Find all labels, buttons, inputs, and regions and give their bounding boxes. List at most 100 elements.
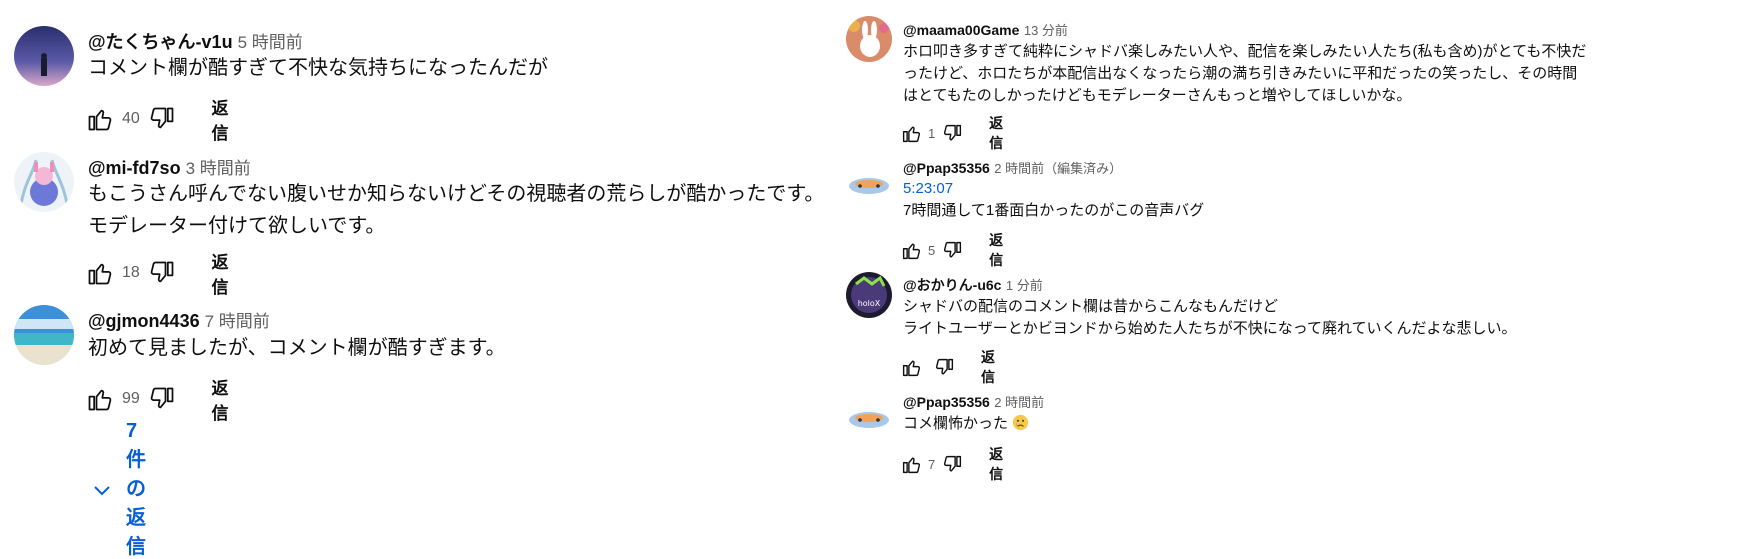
thumbs-up-icon: [902, 243, 921, 259]
like-count: 18: [122, 264, 140, 281]
reply-button[interactable]: 返信: [989, 113, 1009, 153]
avatar[interactable]: [14, 152, 74, 212]
comment-time[interactable]: 1 分前: [1006, 278, 1043, 293]
comment-actions: 1 返信: [901, 113, 1009, 153]
avatar[interactable]: [846, 16, 892, 62]
like-button[interactable]: [901, 454, 922, 475]
dislike-button[interactable]: [942, 240, 963, 261]
comment-text: シャドバの配信のコメント欄は昔からこんなもんだけど ライトユーザーとかビヨンドか…: [903, 296, 1517, 340]
holox-avatar-icon: holoX: [846, 272, 892, 318]
dislike-button[interactable]: [942, 123, 963, 144]
comment-actions: 40 返信: [86, 94, 237, 144]
comment-text: コメント欄が酷すぎて不快な気持ちになったんだが: [88, 52, 548, 84]
comment-time[interactable]: 2 時間前（編集済み）: [994, 161, 1122, 176]
thumbs-up-icon: [88, 389, 112, 411]
like-button[interactable]: [86, 385, 114, 413]
like-count: 5: [928, 242, 936, 258]
author-name[interactable]: @たくちゃん-v1u: [88, 32, 233, 52]
night-sky-avatar-icon: [14, 26, 74, 86]
comment-header: @gjmon4436 7 時間前: [88, 307, 270, 332]
thumbs-down-icon: [944, 124, 962, 140]
fish-avatar-icon: [846, 398, 892, 444]
timestamp-link[interactable]: 5:23:07: [903, 178, 1204, 200]
comment-actions: 7 返信: [901, 444, 1009, 484]
comment-line: コメント欄が酷すぎて不快な気持ちになったんだが: [88, 57, 548, 79]
comment-text: コメ欄怖かった: [903, 413, 1029, 438]
like-count: 40: [122, 110, 140, 127]
avatar[interactable]: [14, 26, 74, 86]
thumbs-down-icon: [150, 107, 173, 129]
like-count: 1: [928, 125, 936, 141]
like-count: 7: [928, 456, 936, 472]
thumbs-up-icon: [902, 360, 921, 376]
thumbs-down-icon: [935, 358, 954, 374]
like-button[interactable]: [901, 357, 922, 378]
avatar[interactable]: [14, 305, 74, 365]
beach-avatar-icon: [14, 305, 74, 365]
dislike-button[interactable]: [148, 259, 176, 287]
svg-text:holoX: holoX: [858, 299, 881, 308]
author-name[interactable]: @Ppap35356: [903, 160, 990, 176]
author-name[interactable]: @mi-fd7so: [88, 158, 181, 178]
avatar[interactable]: [846, 398, 892, 444]
dislike-button[interactable]: [148, 385, 176, 413]
character-avatar-icon: [14, 152, 74, 212]
reply-button[interactable]: 返信: [212, 374, 238, 424]
comment-text: 5:23:07 7時間通して1番面白かったのがこの音声バグ: [903, 178, 1204, 222]
reply-button[interactable]: 返信: [212, 94, 238, 144]
thumbs-up-icon: [902, 457, 921, 473]
like-button[interactable]: [901, 240, 922, 261]
comment-line: ホロ叩き多すぎて純粋にシャドバ楽しみたい人や、配信を楽しみたい人たち(私も含め)…: [903, 43, 1587, 60]
reply-button[interactable]: 返信: [981, 347, 995, 387]
comment-line: モデレーター付けて欲しいです。: [88, 215, 386, 237]
author-name[interactable]: @maama00Game: [903, 22, 1019, 38]
author-name[interactable]: @Ppap35356: [903, 394, 990, 410]
like-button[interactable]: [901, 123, 922, 144]
comment-header: @Ppap35356 2 時間前（編集済み）: [903, 158, 1122, 178]
avatar[interactable]: holoX: [846, 272, 892, 318]
reply-button[interactable]: 返信: [989, 230, 1009, 270]
view-replies-button[interactable]: 7 件の返信: [92, 420, 146, 559]
dislike-button[interactable]: [934, 357, 955, 378]
thumbs-down-icon: [944, 241, 962, 257]
comment-text: ホロ叩き多すぎて純粋にシャドバ楽しみたい人や、配信を楽しみたい人たち(私も含め)…: [903, 41, 1586, 107]
comment-time[interactable]: 2 時間前: [994, 395, 1044, 410]
like-button[interactable]: [86, 105, 114, 133]
comment-text: 初めて見ましたが、コメント欄が酷すぎます。: [88, 332, 506, 364]
reply-button[interactable]: 返信: [989, 444, 1009, 484]
like-button[interactable]: [86, 259, 114, 287]
dislike-button[interactable]: [942, 454, 963, 475]
avatar[interactable]: [846, 164, 892, 210]
comment-line: もこうさん呼んでない腹いせか知らないけどその視聴者の荒らしが酷かったです。: [88, 183, 825, 205]
comment-line: 7時間通して1番面白かったのがこの音声バグ: [903, 202, 1205, 219]
comment-actions: 返信: [901, 347, 995, 387]
comment-time[interactable]: 3 時間前: [186, 159, 251, 178]
thumbs-up-icon: [88, 263, 112, 285]
chevron-down-icon: [92, 480, 112, 500]
comment-line: コメ欄怖かった: [903, 415, 1009, 432]
comment-line: シャドバの配信のコメント欄は昔からこんなもんだけど: [903, 298, 1279, 315]
author-name[interactable]: @gjmon4436: [88, 311, 200, 331]
author-name[interactable]: @おかりん-u6c: [903, 277, 1001, 293]
comment-header: @たくちゃん-v1u 5 時間前: [88, 28, 303, 54]
thumbs-down-icon: [150, 261, 173, 283]
reply-button[interactable]: 返信: [212, 248, 238, 298]
comment-actions: 18 返信: [86, 248, 237, 298]
replies-count-label: 7 件の返信: [126, 420, 146, 558]
thumbs-up-icon: [88, 109, 112, 131]
comment-actions: 5 返信: [901, 230, 1009, 270]
comment-time[interactable]: 13 分前: [1024, 23, 1068, 38]
thumbs-down-icon: [150, 387, 173, 409]
thumbs-down-icon: [944, 455, 962, 471]
comment-text: もこうさん呼んでない腹いせか知らないけどその視聴者の荒らしが酷かったです。 モデ…: [88, 178, 824, 242]
comment-time[interactable]: 5 時間前: [238, 33, 303, 52]
comment-line: ったけど、ホロたちが本配信出なくなったら潮の満ち引きみたいに平和だったの笑ったし…: [903, 65, 1578, 82]
comment-header: @Ppap35356 2 時間前: [903, 392, 1044, 412]
dislike-button[interactable]: [148, 105, 176, 133]
thumbs-up-icon: [902, 126, 921, 142]
comment-line: はとてもたのしかったけどもモデレーターさんもっと増やしてほしいかな。: [903, 87, 1412, 104]
comment-actions: 99 返信: [86, 374, 237, 424]
comment-time[interactable]: 7 時間前: [205, 312, 270, 331]
comment-line: 初めて見ましたが、コメント欄が酷すぎます。: [88, 337, 506, 359]
comment-header: @mi-fd7so 3 時間前: [88, 154, 251, 179]
